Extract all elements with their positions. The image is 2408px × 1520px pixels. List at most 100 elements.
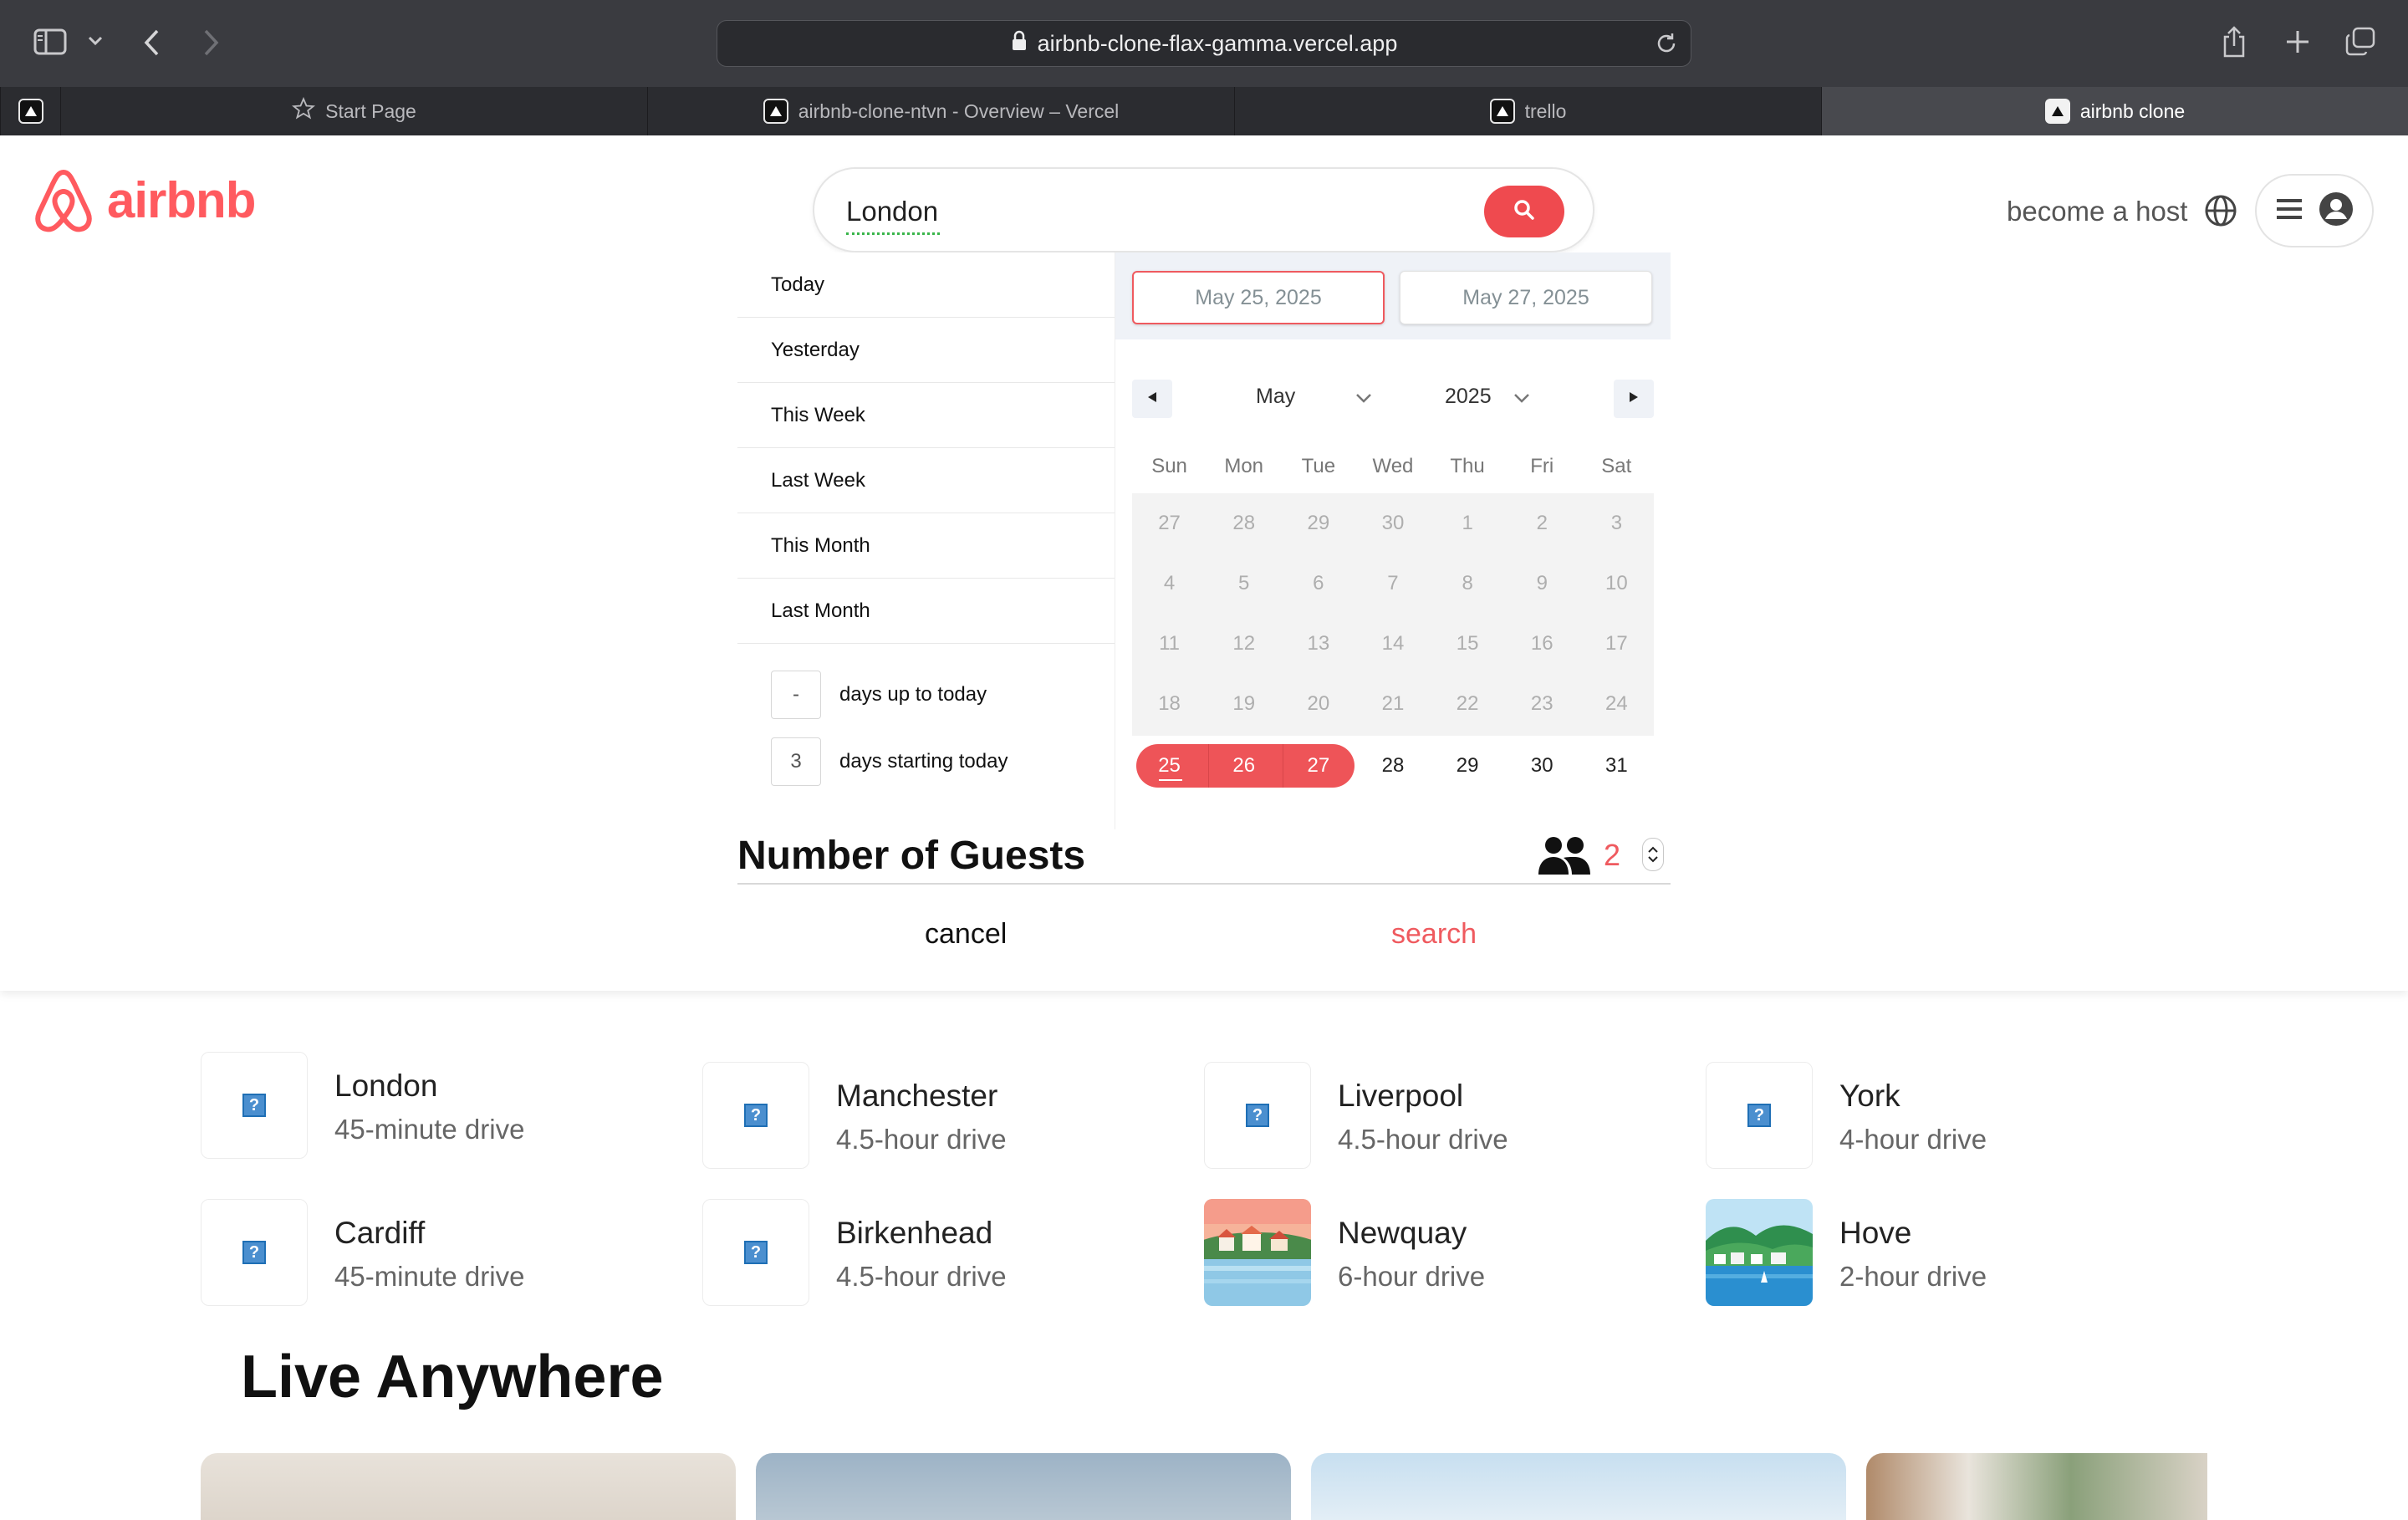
calendar-day[interactable]: 30 bbox=[1355, 493, 1430, 553]
calendar-day[interactable]: 27 bbox=[1281, 736, 1355, 796]
tabs-overview-icon[interactable] bbox=[2344, 27, 2376, 57]
calendar-day[interactable]: 8 bbox=[1431, 553, 1505, 614]
days-up-to-today-input[interactable]: - bbox=[771, 671, 821, 719]
month-select[interactable]: May bbox=[1256, 385, 1372, 409]
chevron-up-icon[interactable] bbox=[1647, 846, 1659, 854]
address-bar[interactable]: airbnb-clone-flax-gamma.vercel.app bbox=[717, 20, 1691, 67]
calendar-day[interactable]: 11 bbox=[1132, 614, 1207, 674]
tab-start-page[interactable]: Start Page bbox=[60, 87, 647, 135]
calendar-day[interactable]: 6 bbox=[1281, 553, 1355, 614]
back-icon[interactable] bbox=[142, 28, 162, 57]
search-icon bbox=[1513, 199, 1535, 225]
calendar-day[interactable]: 4 bbox=[1132, 553, 1207, 614]
user-menu-button[interactable] bbox=[2255, 174, 2374, 247]
live-anywhere-card[interactable] bbox=[756, 1453, 1291, 1520]
coastal-town-illustration bbox=[1204, 1199, 1311, 1306]
next-month-button[interactable] bbox=[1614, 380, 1654, 418]
live-anywhere-card[interactable] bbox=[201, 1453, 736, 1520]
destination-distance: 6-hour drive bbox=[1338, 1261, 1486, 1292]
end-date-field[interactable]: May 27, 2025 bbox=[1400, 271, 1652, 324]
new-tab-icon[interactable] bbox=[2284, 28, 2311, 55]
chevron-down-icon[interactable] bbox=[1647, 855, 1659, 863]
destination-card[interactable]: ? Manchester 4.5-hour drive bbox=[702, 1062, 1171, 1169]
calendar-day[interactable]: 30 bbox=[1505, 736, 1579, 796]
search-button[interactable] bbox=[1484, 186, 1564, 237]
calendar-day[interactable]: 3 bbox=[1579, 493, 1654, 553]
calendar-day[interactable]: 28 bbox=[1355, 736, 1430, 796]
prev-month-button[interactable] bbox=[1132, 380, 1172, 418]
calendar-day[interactable]: 10 bbox=[1579, 553, 1654, 614]
calendar-day[interactable]: 28 bbox=[1207, 493, 1281, 553]
range-this-week[interactable]: This Week bbox=[737, 383, 1115, 448]
calendar-day[interactable]: 15 bbox=[1431, 614, 1505, 674]
destination-card[interactable]: ? York 4-hour drive bbox=[1706, 1062, 2174, 1169]
year-select[interactable]: 2025 bbox=[1445, 385, 1530, 409]
airbnb-logo[interactable]: airbnb bbox=[32, 166, 256, 234]
search-submit-button[interactable]: search bbox=[1391, 918, 1477, 951]
calendar-day[interactable]: 24 bbox=[1579, 674, 1654, 734]
calendar-day[interactable]: 22 bbox=[1431, 674, 1505, 734]
destination-distance: 4.5-hour drive bbox=[1338, 1124, 1508, 1155]
live-anywhere-title: Live Anywhere bbox=[241, 1344, 664, 1410]
destination-card[interactable]: ? London 45-minute drive bbox=[201, 1052, 669, 1159]
calendar-day[interactable]: 1 bbox=[1431, 493, 1505, 553]
range-today[interactable]: Today bbox=[737, 252, 1115, 318]
search-bar[interactable] bbox=[813, 167, 1594, 252]
tab-airbnb-clone[interactable]: airbnb clone bbox=[1821, 87, 2408, 135]
spellcheck-underline bbox=[846, 232, 940, 235]
seaside-hills-illustration bbox=[1706, 1199, 1813, 1306]
calendar-day[interactable]: 9 bbox=[1505, 553, 1579, 614]
calendar-day[interactable]: 25 bbox=[1132, 736, 1207, 796]
live-anywhere-card[interactable] bbox=[1311, 1453, 1846, 1520]
destination-card[interactable]: ? Cardiff 45-minute drive bbox=[201, 1199, 669, 1306]
destination-card[interactable]: Hove 2-hour drive bbox=[1706, 1199, 2174, 1306]
calendar-day[interactable]: 17 bbox=[1579, 614, 1654, 674]
range-this-month[interactable]: This Month bbox=[737, 513, 1115, 579]
calendar-day[interactable]: 21 bbox=[1355, 674, 1430, 734]
tab-vercel-overview[interactable]: airbnb-clone-ntvn - Overview – Vercel bbox=[647, 87, 1234, 135]
share-icon[interactable] bbox=[2221, 25, 2247, 59]
days-starting-today-input[interactable]: 3 bbox=[771, 737, 821, 786]
calendar-day[interactable]: 18 bbox=[1132, 674, 1207, 734]
tab-pinned-vercel[interactable] bbox=[0, 87, 60, 135]
calendar-day[interactable]: 12 bbox=[1207, 614, 1281, 674]
calendar-day[interactable]: 29 bbox=[1431, 736, 1505, 796]
destination-name: Hove bbox=[1839, 1216, 1912, 1250]
calendar-day[interactable]: 16 bbox=[1505, 614, 1579, 674]
calendar-day[interactable]: 27 bbox=[1132, 493, 1207, 553]
reload-icon[interactable] bbox=[1654, 31, 1679, 62]
calendar-day[interactable]: 14 bbox=[1355, 614, 1430, 674]
become-a-host-link[interactable]: become a host bbox=[2007, 196, 2187, 227]
broken-image-icon: ? bbox=[242, 1241, 266, 1264]
calendar-day[interactable]: 5 bbox=[1207, 553, 1281, 614]
calendar-day[interactable]: 20 bbox=[1281, 674, 1355, 734]
calendar-day[interactable]: 19 bbox=[1207, 674, 1281, 734]
calendar-day[interactable]: 2 bbox=[1505, 493, 1579, 553]
forward-icon[interactable] bbox=[201, 28, 221, 57]
chevron-down-icon[interactable] bbox=[87, 35, 104, 47]
range-yesterday[interactable]: Yesterday bbox=[737, 318, 1115, 383]
calendar-day[interactable]: 31 bbox=[1579, 736, 1654, 796]
destination-card[interactable]: ? Birkenhead 4.5-hour drive bbox=[702, 1199, 1171, 1306]
globe-icon[interactable] bbox=[2204, 194, 2237, 232]
days-starting-today-row: 3 days starting today bbox=[771, 737, 1008, 786]
calendar-day[interactable]: 26 bbox=[1207, 736, 1281, 796]
destination-card[interactable]: ? Liverpool 4.5-hour drive bbox=[1204, 1062, 1672, 1169]
calendar-day[interactable]: 29 bbox=[1281, 493, 1355, 553]
vercel-icon bbox=[18, 99, 43, 124]
weekday-label: Wed bbox=[1372, 455, 1414, 477]
sidebar-icon[interactable] bbox=[33, 28, 67, 55]
calendar-day[interactable]: 13 bbox=[1281, 614, 1355, 674]
cancel-button[interactable]: cancel bbox=[925, 918, 1007, 951]
start-date-field[interactable]: May 25, 2025 bbox=[1132, 271, 1385, 324]
range-last-month[interactable]: Last Month bbox=[737, 579, 1115, 644]
destination-card[interactable]: Newquay 6-hour drive bbox=[1204, 1199, 1672, 1306]
live-anywhere-card[interactable] bbox=[1866, 1453, 2207, 1520]
calendar-day[interactable]: 7 bbox=[1355, 553, 1430, 614]
search-input[interactable] bbox=[844, 192, 1430, 231]
calendar-day[interactable]: 23 bbox=[1505, 674, 1579, 734]
chevron-down-icon bbox=[1513, 385, 1530, 409]
range-last-week[interactable]: Last Week bbox=[737, 448, 1115, 513]
guests-stepper[interactable] bbox=[1642, 838, 1664, 871]
tab-trello[interactable]: trello bbox=[1234, 87, 1821, 135]
